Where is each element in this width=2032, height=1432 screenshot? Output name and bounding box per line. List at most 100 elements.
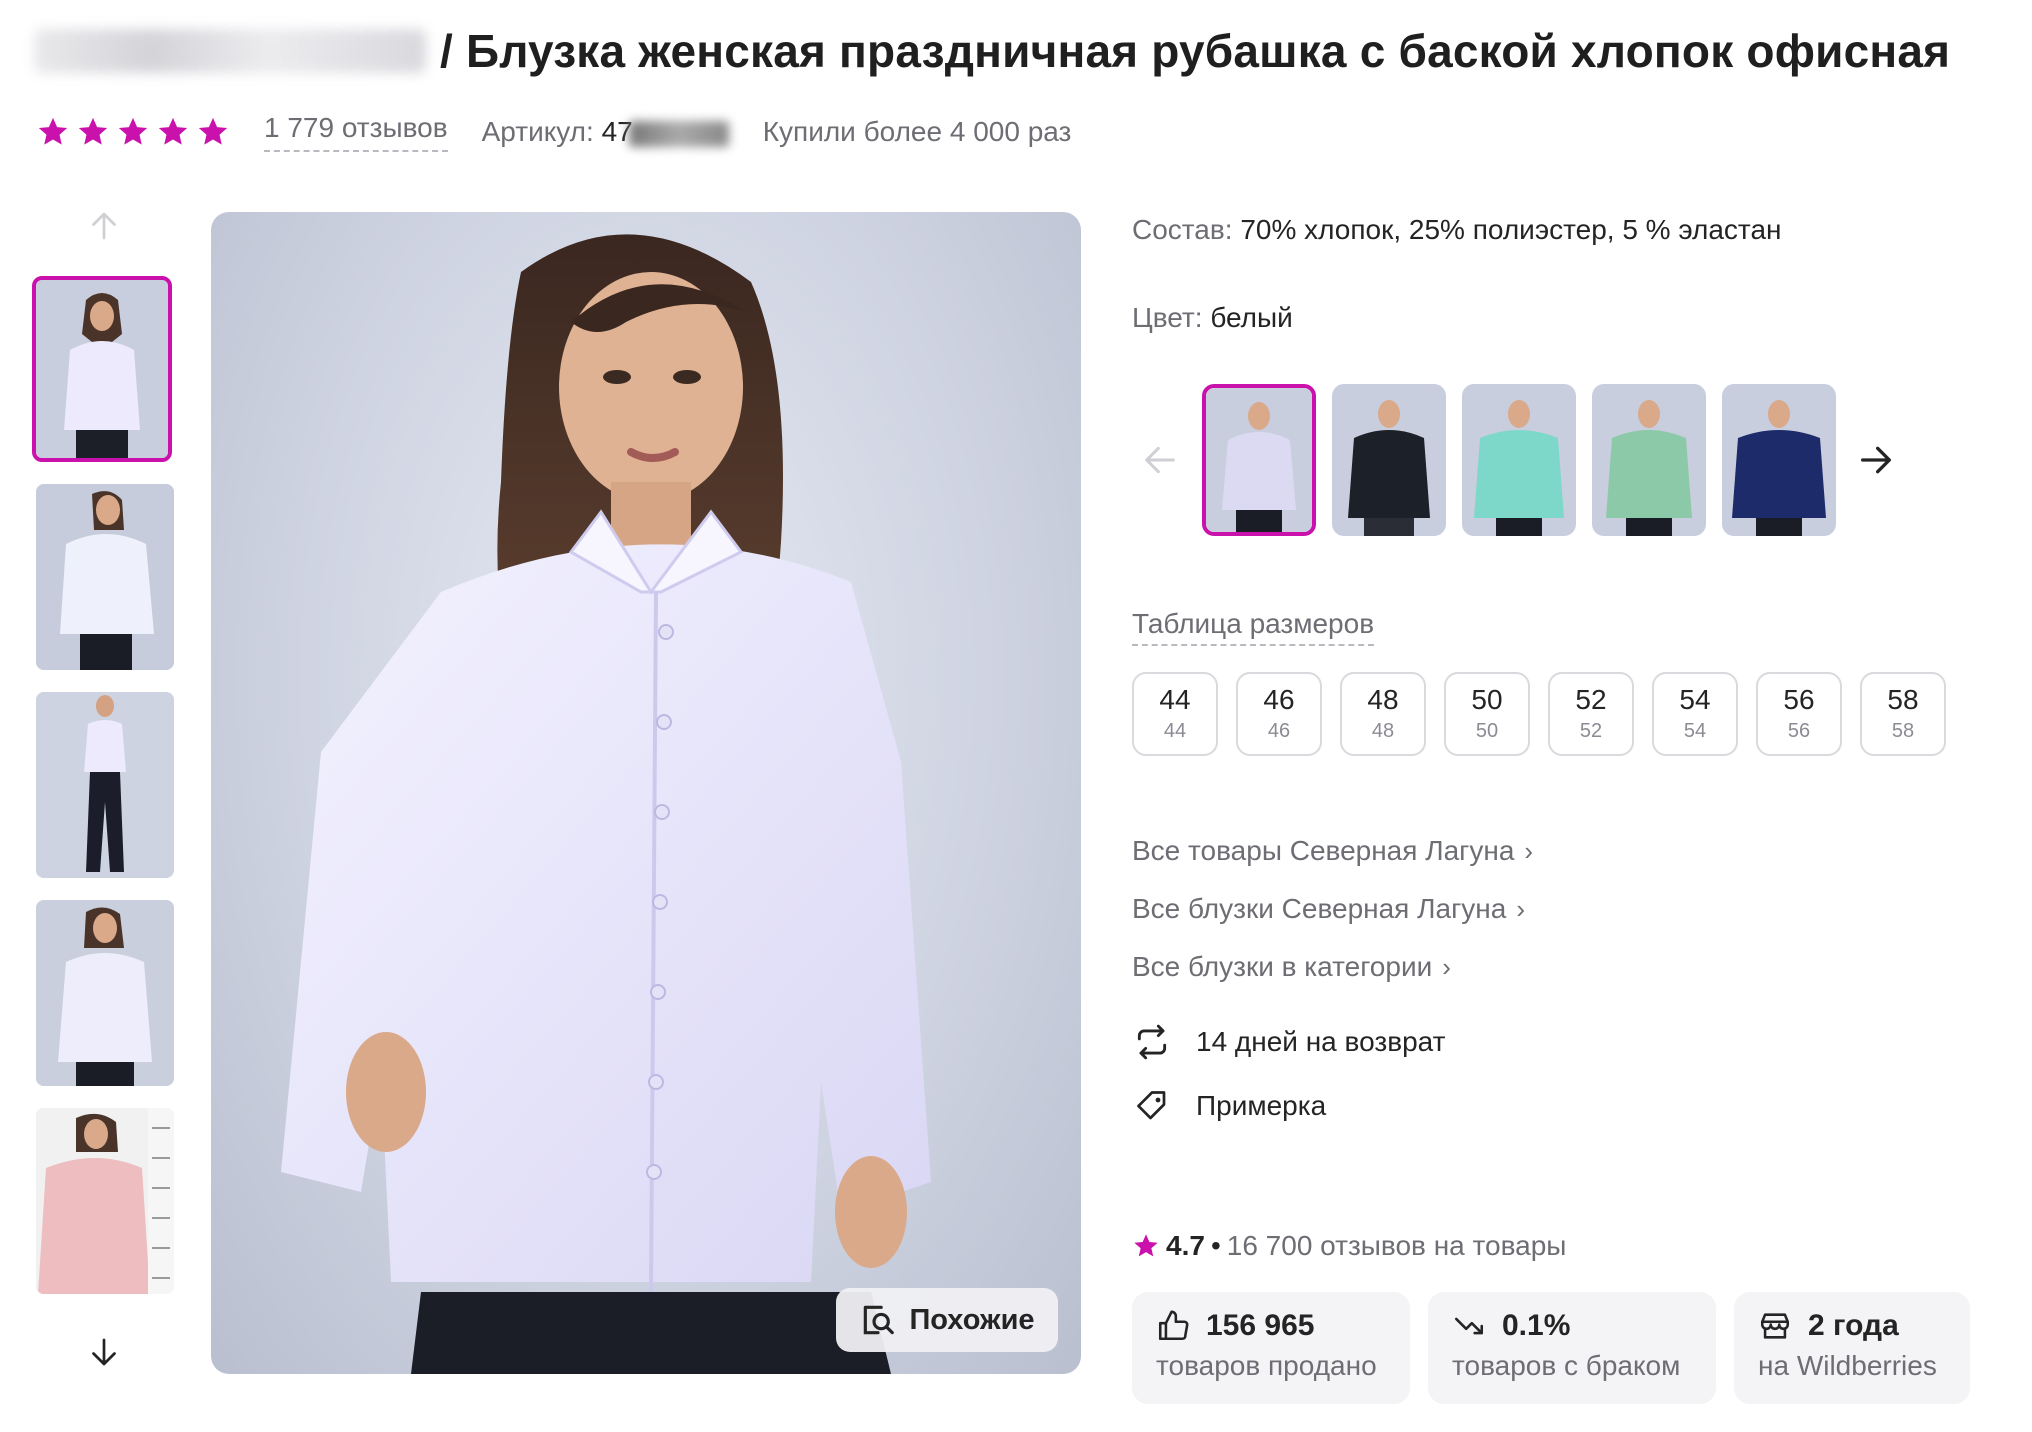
composition: Состав: 70% хлопок, 25% полиэстер, 5 % э…	[1132, 214, 1781, 246]
size-ru-value: 48	[1371, 719, 1395, 742]
tag-icon	[1132, 1086, 1172, 1126]
color-value: белый	[1210, 302, 1293, 333]
size-ru-value: 52	[1579, 719, 1603, 742]
stat-sold-value: 156 965	[1206, 1309, 1315, 1342]
product-meta: 1 779 отзывов Артикул: 47 Купили более 4…	[36, 112, 1071, 152]
stat-sold: 156 965 товаров продано	[1132, 1292, 1410, 1404]
size-ru-value: 50	[1475, 719, 1499, 742]
seller-stats: 156 965 товаров продано 0.1% товаров с б…	[1132, 1292, 1970, 1404]
fitting-option: Примерка	[1132, 1086, 1326, 1126]
stat-tenure-value: 2 года	[1808, 1309, 1899, 1342]
separator-dot: •	[1210, 1230, 1221, 1261]
product-header: / Блузка женская праздничная рубашка с б…	[34, 18, 1950, 84]
link-label: Все блузки Северная Лагуна	[1132, 893, 1507, 924]
seller-rating[interactable]: 4.7 • 16 700 отзывов на товары	[1132, 1230, 1566, 1262]
thumbnail-list	[32, 276, 176, 1316]
thumbs-up-icon	[1156, 1308, 1192, 1344]
return-policy: 14 дней на возврат	[1132, 1022, 1445, 1062]
link-category-blouses[interactable]: Все блузки в категории ›	[1132, 938, 1533, 996]
color-info: Цвет: белый	[1132, 302, 1293, 334]
size-option[interactable]: 52 52	[1548, 672, 1634, 756]
return-arrows-icon	[1132, 1022, 1172, 1062]
star-icon	[158, 117, 188, 145]
size-value: 44	[1159, 684, 1191, 716]
link-all-brand-products[interactable]: Все товары Северная Лагуна ›	[1132, 822, 1533, 880]
chevron-right-icon: ›	[1516, 893, 1525, 924]
similar-label: Похожие	[909, 1303, 1035, 1336]
size-selector: 44 44 46 46 48 48 50 50 52 52 54 54 56 56 58 58	[1132, 672, 1946, 756]
size-value: 58	[1887, 684, 1919, 716]
stat-defects-label: товаров с браком	[1452, 1350, 1681, 1381]
chevron-right-icon: ›	[1442, 951, 1451, 982]
size-ru-value: 44	[1163, 719, 1187, 742]
thumbs-up-arrow-icon[interactable]	[82, 204, 126, 248]
size-ru-value: 46	[1267, 719, 1291, 742]
chevron-right-icon: ›	[1524, 835, 1534, 866]
size-value: 54	[1679, 684, 1711, 716]
star-icon	[78, 117, 108, 145]
thumbnail-5[interactable]	[36, 1108, 174, 1294]
stat-defects: 0.1% товаров с браком	[1428, 1292, 1716, 1404]
brand-name-redacted[interactable]	[34, 29, 426, 73]
composition-label: Состав:	[1132, 214, 1233, 245]
store-icon	[1758, 1308, 1794, 1344]
thumbnail-2[interactable]	[36, 484, 174, 670]
seller-reviews-count: 16 700 отзывов на товары	[1226, 1230, 1567, 1261]
size-ru-value: 58	[1891, 719, 1915, 742]
size-option[interactable]: 48 48	[1340, 672, 1426, 756]
swatch-mint[interactable]	[1462, 384, 1576, 536]
star-icon	[118, 117, 148, 145]
size-option[interactable]: 58 58	[1860, 672, 1946, 756]
thumbnail-4[interactable]	[36, 900, 174, 1086]
link-label: Все блузки в категории	[1132, 951, 1433, 982]
rating-stars	[36, 115, 230, 149]
link-all-brand-blouses[interactable]: Все блузки Северная Лагуна ›	[1132, 880, 1533, 938]
size-value: 56	[1783, 684, 1815, 716]
size-value: 52	[1575, 684, 1607, 716]
color-label: Цвет:	[1132, 302, 1203, 333]
reviews-link[interactable]: 1 779 отзывов	[264, 112, 448, 152]
stat-tenure: 2 года на Wildberries	[1734, 1292, 1970, 1404]
stat-sold-label: товаров продано	[1156, 1350, 1377, 1381]
swatch-black[interactable]	[1332, 384, 1446, 536]
thumbs-down-arrow-icon[interactable]	[82, 1330, 126, 1374]
size-ru-value: 56	[1787, 719, 1811, 742]
swatches-prev-arrow-icon[interactable]	[1136, 436, 1184, 484]
swatch-white[interactable]	[1202, 384, 1316, 536]
purchase-count: Купили более 4 000 раз	[762, 116, 1072, 147]
composition-value: 70% хлопок, 25% полиэстер, 5 % эластан	[1240, 214, 1782, 245]
star-icon	[198, 117, 228, 145]
size-value: 48	[1367, 684, 1399, 716]
brand-links: Все товары Северная Лагуна › Все блузки С…	[1132, 822, 1533, 996]
trend-down-icon	[1452, 1308, 1488, 1344]
swatches-next-arrow-icon[interactable]	[1852, 436, 1900, 484]
seller-rating-value: 4.7	[1166, 1230, 1205, 1261]
thumbnail-1[interactable]	[32, 276, 172, 462]
article-label: Артикул:	[481, 116, 594, 147]
article-value-redacted	[628, 120, 729, 147]
size-option[interactable]: 54 54	[1652, 672, 1738, 756]
main-product-image[interactable]	[211, 212, 1081, 1374]
size-option[interactable]: 46 46	[1236, 672, 1322, 756]
article-number[interactable]: Артикул: 47	[482, 116, 729, 148]
swatch-navy[interactable]	[1722, 384, 1836, 536]
link-label: Все товары Северная Лагуна	[1132, 835, 1515, 866]
size-value: 46	[1263, 684, 1295, 716]
stat-defects-value: 0.1%	[1502, 1309, 1571, 1342]
search-similar-icon	[864, 1305, 895, 1335]
size-option[interactable]: 56 56	[1756, 672, 1842, 756]
stat-tenure-label: на Wildberries	[1758, 1350, 1937, 1381]
color-swatches	[1136, 380, 1900, 540]
thumbnail-3[interactable]	[36, 692, 174, 878]
swatch-sage[interactable]	[1592, 384, 1706, 536]
similar-products-button[interactable]: Похожие	[836, 1288, 1058, 1352]
size-option[interactable]: 44 44	[1132, 672, 1218, 756]
size-value: 50	[1471, 684, 1503, 716]
product-photo	[281, 234, 931, 1374]
size-table-link[interactable]: Таблица размеров	[1132, 608, 1375, 646]
fitting-text: Примерка	[1196, 1090, 1327, 1121]
size-option[interactable]: 50 50	[1444, 672, 1530, 756]
product-title: / Блузка женская праздничная рубашка с б…	[440, 25, 1951, 77]
return-text: 14 дней на возврат	[1196, 1026, 1446, 1057]
star-icon	[1134, 1234, 1158, 1257]
